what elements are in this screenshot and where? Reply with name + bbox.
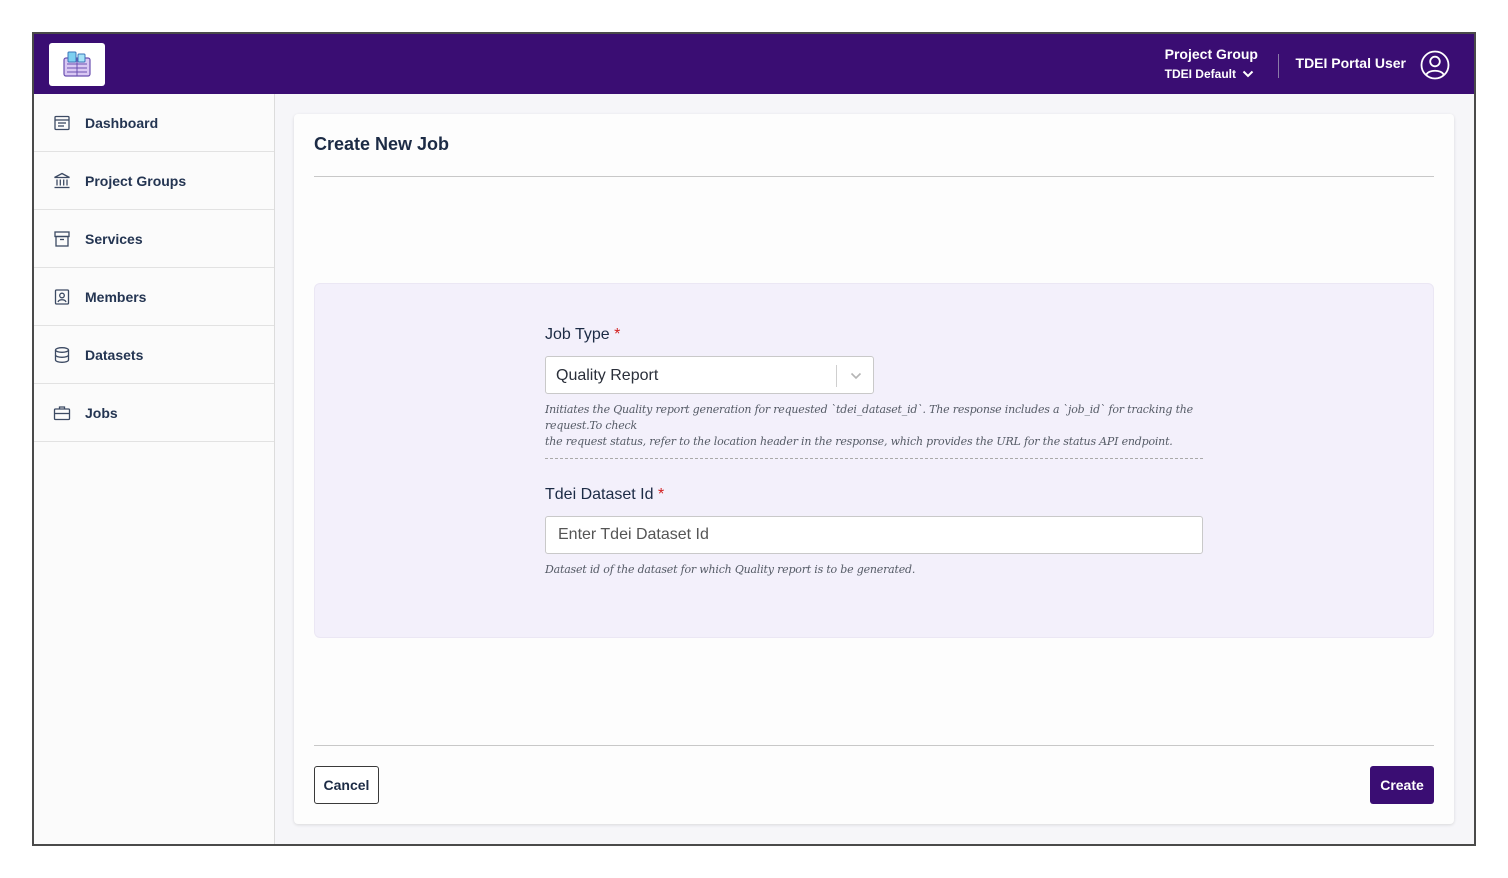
- user-name[interactable]: TDEI Portal User: [1296, 55, 1406, 71]
- project-group-value: TDEI Default: [1164, 67, 1236, 81]
- sidebar-item-label: Dashboard: [85, 114, 159, 131]
- sidebar-item-services[interactable]: Services: [34, 210, 274, 268]
- sidebar-item-label: Services: [85, 230, 143, 247]
- user-avatar-icon[interactable]: [1420, 50, 1450, 80]
- title-divider: [314, 176, 1434, 177]
- dataset-id-label: Tdei Dataset Id *: [545, 486, 665, 503]
- chevron-down-icon[interactable]: [849, 369, 863, 383]
- dataset-id-help: Dataset id of the dataset for which Qual…: [545, 563, 916, 576]
- bank-icon: [54, 172, 70, 188]
- dashboard-icon: [54, 115, 70, 130]
- sidebar-item-dashboard[interactable]: Dashboard: [34, 94, 274, 152]
- tdei-logo-icon[interactable]: [49, 43, 105, 86]
- sidebar-item-datasets[interactable]: Datasets: [34, 326, 274, 384]
- sidebar-item-label: Project Groups: [85, 172, 187, 189]
- archive-icon: [54, 230, 70, 247]
- briefcase-icon: [53, 405, 71, 420]
- select-separator: [836, 365, 837, 387]
- job-form-panel: Job Type * Quality Report Initiates the …: [314, 283, 1434, 638]
- app-window: Project Group TDEI Default TDEI Portal U…: [32, 32, 1476, 846]
- database-icon: [54, 346, 70, 363]
- job-type-help: Initiates the Quality report generation …: [545, 403, 1193, 448]
- create-button[interactable]: Create: [1370, 766, 1434, 804]
- job-type-value: Quality Report: [556, 367, 659, 384]
- sidebar-item-members[interactable]: Members: [34, 268, 274, 326]
- sidebar-item-label: Jobs: [85, 404, 118, 421]
- required-marker: *: [614, 326, 621, 343]
- project-group-select[interactable]: TDEI Default: [1165, 64, 1258, 84]
- section-divider: [545, 458, 1203, 459]
- chevron-down-icon: [1242, 70, 1254, 78]
- project-group-switcher: Project Group TDEI Default: [1165, 44, 1258, 84]
- project-group-title: Project Group: [1164, 46, 1258, 62]
- job-type-label: Job Type *: [545, 326, 621, 343]
- required-marker: *: [657, 486, 665, 503]
- footer-divider: [314, 745, 1434, 746]
- sidebar-item-jobs[interactable]: Jobs: [34, 384, 274, 442]
- cancel-button[interactable]: Cancel: [314, 766, 379, 804]
- sidebar-item-project-groups[interactable]: Project Groups: [34, 152, 274, 210]
- user-badge-icon: [54, 288, 70, 305]
- top-bar: Project Group TDEI Default TDEI Portal U…: [34, 34, 1474, 94]
- sidebar-item-label: Datasets: [85, 346, 144, 363]
- job-type-select[interactable]: Quality Report: [545, 356, 874, 394]
- header-divider: [1278, 54, 1279, 78]
- dataset-id-input[interactable]: [545, 516, 1203, 554]
- page-title: Create New Job: [314, 134, 450, 154]
- sidebar-item-label: Members: [85, 288, 147, 305]
- create-job-card: Create New Job Job Type * Quality Report…: [294, 114, 1454, 824]
- sidebar: Dashboard Project Groups Services Member…: [34, 94, 275, 844]
